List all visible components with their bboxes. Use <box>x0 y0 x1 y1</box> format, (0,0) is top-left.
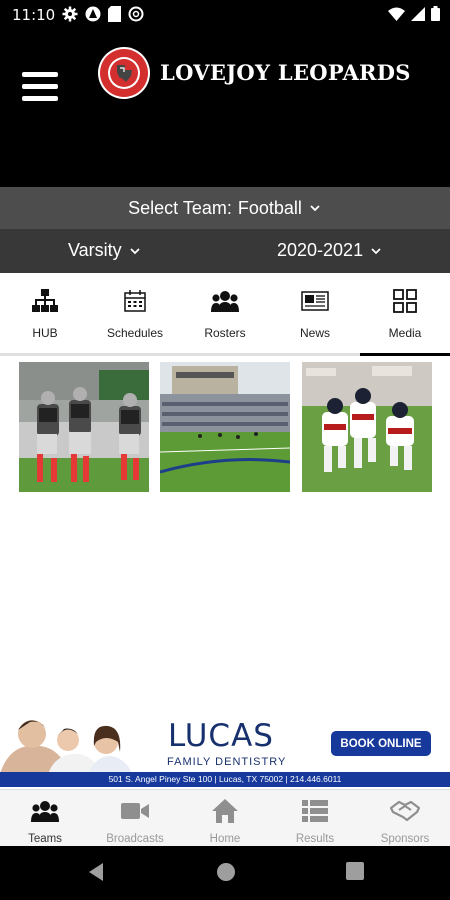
app-notification-icon <box>85 6 101 22</box>
nav-label: Sponsors <box>380 833 430 845</box>
media-gallery <box>19 362 432 493</box>
group-icon <box>211 291 239 312</box>
tab-indicator-track <box>0 353 450 356</box>
nav-label: Teams <box>28 833 62 845</box>
media-photo[interactable] <box>160 362 290 492</box>
team-logo <box>98 47 150 99</box>
tab-schedules[interactable]: Schedules <box>90 273 180 353</box>
video-camera-icon <box>121 803 149 819</box>
stadium-photo-image <box>160 362 290 492</box>
signal-icon <box>411 6 425 21</box>
grid-icon <box>393 289 417 313</box>
tab-label: Media <box>388 326 422 340</box>
tab-label: News <box>299 326 330 340</box>
nav-sponsors[interactable]: Sponsors <box>360 790 450 846</box>
section-tabs: HUB Schedules Rosters News Media <box>0 273 450 353</box>
calendar-icon <box>124 290 146 312</box>
season-value: 2020-2021 <box>277 240 364 260</box>
team-selector-value: Football <box>237 197 302 218</box>
hub-icon <box>32 289 58 312</box>
newspaper-icon <box>301 291 329 311</box>
handshake-icon <box>389 800 421 822</box>
teams-icon <box>31 801 59 822</box>
system-navigation-bar <box>0 846 450 900</box>
do-not-disturb-icon <box>128 6 144 22</box>
list-icon <box>302 800 328 822</box>
nav-teams[interactable]: Teams <box>0 790 90 846</box>
nav-label: Home <box>209 833 241 845</box>
tab-label: Rosters <box>204 326 246 340</box>
home-circle-icon[interactable] <box>216 862 236 882</box>
team-selector-label: Select Team: <box>128 197 232 218</box>
sponsor-brand: LUCAS <box>168 718 274 754</box>
football-tackle-photo-image <box>302 362 432 492</box>
media-photo[interactable] <box>19 362 149 492</box>
app-header: LOVEJOY LEOPARDS <box>0 30 450 187</box>
chevron-down-icon <box>310 205 320 212</box>
recents-icon[interactable] <box>346 862 364 880</box>
status-notification-icons <box>62 6 144 22</box>
sponsor-ad-banner[interactable]: LUCAS FAMILY DENTISTRY BOOK ONLINE 501 S… <box>0 712 450 789</box>
sd-card-icon <box>108 6 121 22</box>
sponsor-tagline: FAMILY DENTISTRY <box>167 756 287 768</box>
level-selector[interactable]: Varsity <box>68 240 142 261</box>
season-selector[interactable]: 2020-2021 <box>277 240 383 261</box>
nav-results[interactable]: Results <box>270 790 360 846</box>
tab-news[interactable]: News <box>270 273 360 353</box>
battery-icon <box>431 6 440 21</box>
nav-label: Broadcasts <box>106 833 164 845</box>
app-title: LOVEJOY LEOPARDS <box>160 60 411 85</box>
sponsor-address: 501 S. Angel Piney Ste 100 | Lucas, TX 7… <box>0 772 450 787</box>
nav-label: Results <box>295 833 335 845</box>
media-photo[interactable] <box>302 362 432 492</box>
chevron-down-icon <box>130 247 140 254</box>
nav-broadcasts[interactable]: Broadcasts <box>90 790 180 846</box>
wifi-icon <box>388 7 405 21</box>
home-icon <box>212 799 238 823</box>
status-bar: 11:10 <box>0 0 450 30</box>
football-photo-image <box>19 362 149 492</box>
tab-rosters[interactable]: Rosters <box>180 273 270 353</box>
back-icon[interactable] <box>87 862 105 882</box>
team-selector[interactable]: Select Team: Football <box>0 187 450 229</box>
family-photo-image <box>0 712 140 774</box>
nav-home[interactable]: Home <box>180 790 270 846</box>
filter-bar: Varsity 2020-2021 <box>0 229 450 273</box>
book-online-button[interactable]: BOOK ONLINE <box>331 731 431 756</box>
tab-label: HUB <box>32 326 58 340</box>
menu-icon[interactable] <box>22 72 58 102</box>
tab-label: Schedules <box>106 326 164 340</box>
tab-media[interactable]: Media <box>360 273 450 353</box>
status-time: 11:10 <box>12 6 56 24</box>
active-tab-indicator <box>360 353 450 356</box>
tab-hub[interactable]: HUB <box>0 273 90 353</box>
level-value: Varsity <box>68 240 122 260</box>
chevron-down-icon <box>371 247 381 254</box>
bottom-navigation: Teams Broadcasts Home Results Sponsors <box>0 789 450 846</box>
settings-icon <box>62 6 78 22</box>
status-system-icons <box>388 6 440 21</box>
